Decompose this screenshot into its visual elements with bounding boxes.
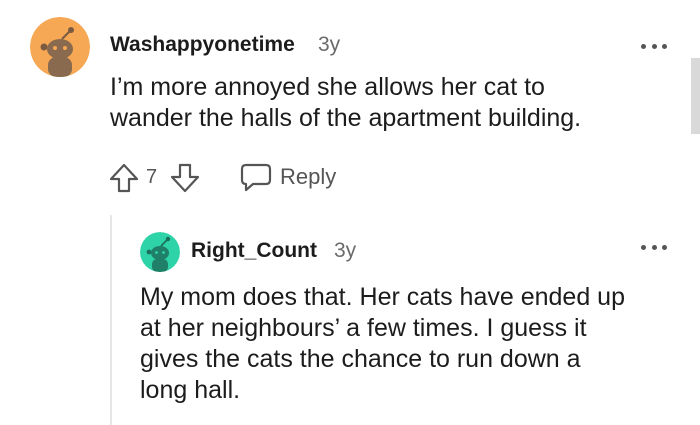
comment-age: 3y	[318, 33, 341, 56]
thread-line[interactable]	[110, 215, 112, 425]
vote-count: 7	[146, 166, 158, 188]
scrollbar[interactable]	[691, 58, 700, 134]
reply-age: 3y	[334, 239, 357, 262]
more-options-icon[interactable]	[641, 242, 667, 252]
reply-body-line: at her neighbours’ a few times. I guess …	[140, 314, 587, 342]
snoo-avatar-icon	[30, 17, 90, 77]
speech-bubble-icon	[240, 163, 272, 192]
downvote-arrow-icon[interactable]	[169, 162, 201, 194]
reply-button[interactable]: Reply	[240, 159, 336, 195]
comment-username[interactable]: Washappyonetime	[110, 33, 295, 57]
avatar[interactable]	[30, 17, 90, 77]
comment-thread: Washappyonetime 3y I’m more annoyed she …	[0, 0, 700, 425]
snoo-avatar-icon	[140, 232, 180, 272]
reply-username[interactable]: Right_Count	[191, 239, 317, 263]
reply-body-line: gives the cats the chance to run down a	[140, 345, 581, 373]
more-options-icon[interactable]	[641, 41, 667, 51]
comment-body-line: wander the halls of the apartment buildi…	[110, 104, 582, 132]
upvote-arrow-icon[interactable]	[108, 162, 140, 194]
comment-body-line: I’m more annoyed she allows her cat to	[110, 73, 545, 101]
avatar[interactable]	[140, 232, 180, 272]
reply-body-line: My mom does that. Her cats have ended up	[140, 283, 625, 311]
reply-label: Reply	[280, 164, 337, 189]
reply-body-line: long hall.	[140, 376, 241, 404]
